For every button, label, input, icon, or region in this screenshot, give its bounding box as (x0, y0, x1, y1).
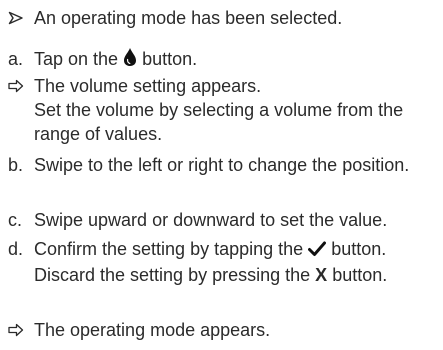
result-a-line2: Set the volume by selecting a volume fro… (34, 100, 404, 144)
final-result-text: The operating mode appears. (34, 320, 271, 340)
arrowhead-icon (8, 6, 34, 30)
step-label: d. (8, 239, 24, 259)
result-a-line1: The volume setting appears. (34, 76, 262, 96)
step-c: c. Swipe upward or downward to set the v… (8, 208, 437, 232)
final-result: The operating mode appears. (8, 318, 437, 342)
step-text: Swipe upward or downward to set the valu… (34, 210, 388, 230)
instruction-document: An operating mode has been selected. a. … (0, 0, 443, 350)
step-text-before: Confirm the setting by tapping the (34, 239, 304, 259)
step-text: Swipe to the left or right to change the… (34, 155, 410, 175)
step-text: Tap on the button. (34, 47, 437, 73)
step-label: b. (8, 155, 24, 175)
step-text-before: Tap on the (34, 49, 119, 69)
x-button-label: X (315, 265, 328, 285)
step-d: d. Confirm the setting by tapping the bu… (8, 237, 437, 287)
step-text-after: button. (332, 265, 388, 285)
step-label: a. (8, 49, 24, 69)
step-text-after: button. (142, 49, 198, 69)
drop-icon (123, 47, 137, 73)
result-a: The volume setting appears. Set the volu… (8, 74, 437, 146)
result-a-text: The volume setting appears. Set the volu… (34, 74, 437, 146)
checkmark-icon (308, 239, 327, 263)
step-b: b. Swipe to the left or right to change … (8, 153, 437, 177)
step-label: c. (8, 210, 23, 230)
result-arrow-icon (8, 318, 34, 342)
result-arrow-icon (8, 74, 34, 146)
prerequisite-text: An operating mode has been selected. (34, 8, 343, 28)
prerequisite-row: An operating mode has been selected. (8, 6, 437, 30)
step-a: a. Tap on the button. (8, 47, 437, 73)
step-text: Confirm the setting by tapping the butto… (34, 237, 437, 287)
